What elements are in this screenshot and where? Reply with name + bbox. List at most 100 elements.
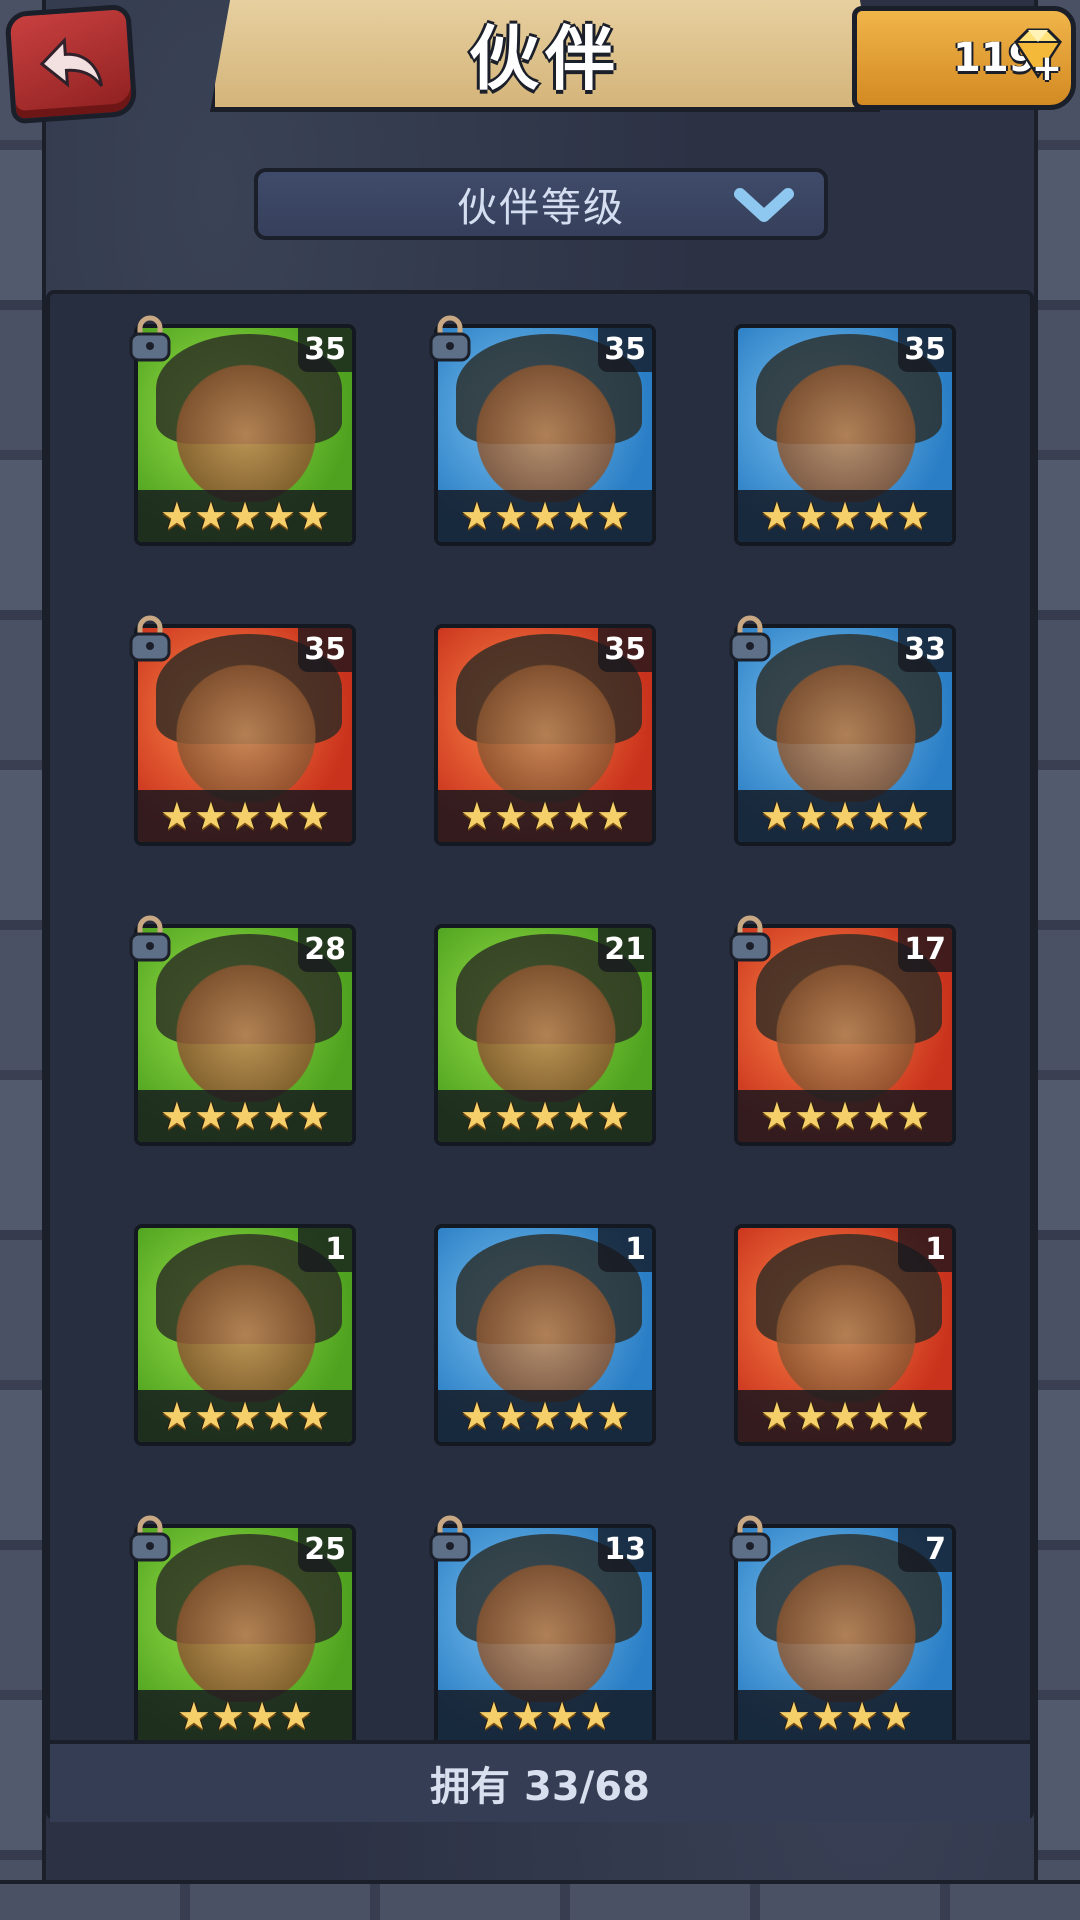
partner-portrait: [166, 1552, 326, 1702]
owned-count-bar: 拥有 33/68: [50, 1740, 1030, 1822]
partner-level-badge: 35: [598, 328, 652, 372]
partner-star-rating: ★★★★: [738, 1690, 952, 1742]
partner-portrait-background: 21 ★★★★★: [438, 928, 652, 1142]
partner-portrait-background: 1 ★★★★★: [138, 1228, 352, 1442]
partner-portrait-background: 1 ★★★★★: [438, 1228, 652, 1442]
partner-portrait: [766, 1552, 926, 1702]
partner-card[interactable]: 25 ★★★★: [129, 1515, 356, 1746]
partner-card[interactable]: 35 ★★★★★: [734, 324, 956, 546]
partner-card[interactable]: 13 ★★★★: [429, 1515, 656, 1746]
partner-portrait: [766, 352, 926, 502]
partner-portrait: [466, 1252, 626, 1402]
add-gems-plus-icon[interactable]: +: [1030, 51, 1064, 88]
lock-icon: [129, 315, 171, 362]
partner-star-rating: ★★★★★: [138, 790, 352, 842]
partner-card[interactable]: 35 ★★★★★: [434, 624, 656, 846]
star-icons: ★★★★: [176, 1694, 314, 1738]
partner-portrait: [166, 1252, 326, 1402]
lock-icon: [729, 1515, 771, 1562]
star-icons: ★★★★★: [459, 494, 631, 538]
partner-level-badge: 33: [898, 628, 952, 672]
partner-portrait: [466, 1552, 626, 1702]
partner-card[interactable]: 33 ★★★★★: [729, 615, 956, 846]
partner-level-badge: 35: [298, 628, 352, 672]
star-icons: ★★★★: [776, 1694, 914, 1738]
partner-card[interactable]: 1 ★★★★★: [134, 1224, 356, 1446]
sort-dropdown[interactable]: 伙伴等级: [254, 168, 828, 240]
frame-right-edge: [1034, 0, 1080, 1920]
partner-portrait: [166, 652, 326, 802]
partner-star-rating: ★★★★★: [438, 1090, 652, 1142]
partner-portrait: [466, 652, 626, 802]
partner-level-badge: 17: [898, 928, 952, 972]
frame-bottom-edge: [0, 1880, 1080, 1920]
star-icons: ★★★★★: [459, 1094, 631, 1138]
partner-level-badge: 1: [898, 1228, 952, 1272]
partner-card[interactable]: 21 ★★★★★: [434, 924, 656, 1146]
star-icons: ★★★★★: [459, 794, 631, 838]
page-title: 伙伴: [469, 18, 621, 100]
partner-portrait: [766, 952, 926, 1102]
star-icons: ★★★★★: [459, 1394, 631, 1438]
partner-level-badge: 13: [598, 1528, 652, 1572]
partner-level-badge: 1: [598, 1228, 652, 1272]
star-icons: ★★★★★: [759, 794, 931, 838]
lock-icon: [429, 1515, 471, 1562]
owned-count-text: 拥有 33/68: [430, 1764, 650, 1810]
partner-portrait: [166, 952, 326, 1102]
partner-level-badge: 1: [298, 1228, 352, 1272]
partner-portrait: [766, 1252, 926, 1402]
lock-icon: [129, 1515, 171, 1562]
partner-star-rating: ★★★★★: [438, 790, 652, 842]
partner-level-badge: 35: [298, 328, 352, 372]
partner-card[interactable]: 35 ★★★★★: [129, 615, 356, 846]
star-icons: ★★★★: [476, 1694, 614, 1738]
partner-level-badge: 7: [898, 1528, 952, 1572]
partner-star-rating: ★★★★★: [138, 1390, 352, 1442]
partner-card[interactable]: 35 ★★★★★: [429, 315, 656, 546]
partner-star-rating: ★★★★★: [738, 790, 952, 842]
lock-icon: [429, 315, 471, 362]
partner-star-rating: ★★★★★: [438, 490, 652, 542]
partner-portrait-background: 1 ★★★★★: [738, 1228, 952, 1442]
partner-portrait-background: 35 ★★★★★: [438, 628, 652, 842]
lock-icon: [129, 615, 171, 662]
star-icons: ★★★★★: [159, 1094, 331, 1138]
partner-portrait: [766, 652, 926, 802]
partner-card[interactable]: 7 ★★★★: [729, 1515, 956, 1746]
frame-left-edge: [0, 0, 46, 1920]
star-icons: ★★★★★: [759, 1094, 931, 1138]
star-icons: ★★★★★: [759, 1394, 931, 1438]
lock-icon: [129, 915, 171, 962]
lock-icon: [729, 615, 771, 662]
partner-card[interactable]: 1 ★★★★★: [734, 1224, 956, 1446]
star-icons: ★★★★★: [159, 494, 331, 538]
star-icons: ★★★★★: [159, 794, 331, 838]
partner-card[interactable]: 17 ★★★★★: [729, 915, 956, 1146]
partner-star-rating: ★★★★★: [438, 1390, 652, 1442]
partner-star-rating: ★★★★★: [738, 1390, 952, 1442]
back-arrow-icon: [39, 36, 104, 88]
partner-level-badge: 35: [898, 328, 952, 372]
partner-level-badge: 25: [298, 1528, 352, 1572]
title-banner: 伙伴: [210, 0, 880, 112]
partner-star-rating: ★★★★★: [738, 490, 952, 542]
partner-portrait-background: 35 ★★★★★: [738, 328, 952, 542]
partner-star-rating: ★★★★: [438, 1690, 652, 1742]
star-icons: ★★★★★: [759, 494, 931, 538]
partner-level-badge: 28: [298, 928, 352, 972]
partner-star-rating: ★★★★★: [138, 1090, 352, 1142]
back-button[interactable]: [4, 3, 138, 125]
partner-card[interactable]: 28 ★★★★★: [129, 915, 356, 1146]
partner-star-rating: ★★★★★: [738, 1090, 952, 1142]
partner-level-badge: 21: [598, 928, 652, 972]
partner-card[interactable]: 35 ★★★★★: [129, 315, 356, 546]
partner-star-rating: ★★★★: [138, 1690, 352, 1742]
chevron-down-icon: [734, 188, 794, 222]
partner-portrait: [466, 352, 626, 502]
partner-level-badge: 35: [598, 628, 652, 672]
partner-card[interactable]: 1 ★★★★★: [434, 1224, 656, 1446]
partner-portrait: [166, 352, 326, 502]
star-icons: ★★★★★: [159, 1394, 331, 1438]
partner-star-rating: ★★★★★: [138, 490, 352, 542]
